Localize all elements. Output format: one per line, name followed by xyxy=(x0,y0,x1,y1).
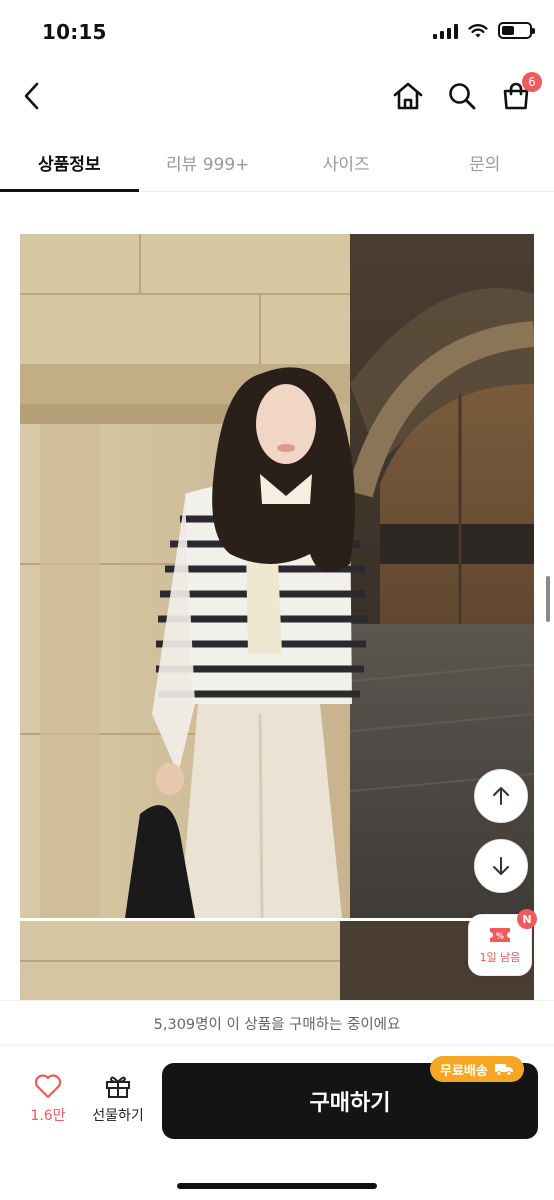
home-button[interactable] xyxy=(386,74,430,118)
status-bar: 10:15 xyxy=(0,0,554,66)
battery-icon xyxy=(498,22,535,39)
coupon-button[interactable]: % 1일 남음 N xyxy=(468,909,537,976)
coupon-ticket-icon: % xyxy=(490,927,510,942)
chevron-left-icon xyxy=(24,82,39,110)
free-shipping-label: 무료배송 xyxy=(440,1063,488,1079)
gift-icon xyxy=(106,1076,130,1098)
search-icon xyxy=(449,83,476,110)
free-shipping-badge: 무료배송 xyxy=(430,1056,524,1082)
scroll-to-bottom-button[interactable] xyxy=(474,839,528,893)
heart-icon xyxy=(34,1074,62,1099)
buy-label: 구매하기 xyxy=(309,1091,391,1116)
tab-product-info[interactable]: 상품정보 xyxy=(0,134,139,192)
tab-size[interactable]: 사이즈 xyxy=(277,134,416,191)
gift-button[interactable]: 선물하기 xyxy=(86,1073,150,1133)
cart-count-badge: 6 xyxy=(522,72,542,92)
product-image-2 xyxy=(20,921,534,1001)
like-count: 1.6만 xyxy=(30,1108,66,1124)
bottom-action-bar: 1.6만 선물하기 구매하기 무료배송 xyxy=(0,1047,554,1200)
scrollbar-thumb[interactable] xyxy=(546,576,550,622)
notice-text: 5,309명이 이 상품을 구매하는 중이에요 xyxy=(153,1016,401,1033)
arrow-up-icon xyxy=(493,787,509,805)
search-button[interactable] xyxy=(440,74,484,118)
new-badge: N xyxy=(517,909,537,929)
top-navigation-bar: 6 xyxy=(0,66,554,128)
coupon-remaining-label: 1일 남음 xyxy=(479,950,521,964)
product-tabs: 상품정보 리뷰 999+ 사이즈 문의 xyxy=(0,134,554,192)
home-icon xyxy=(393,82,423,110)
product-image xyxy=(20,234,534,918)
delivery-truck-icon xyxy=(494,1064,513,1076)
home-indicator xyxy=(177,1183,377,1189)
status-time: 10:15 xyxy=(42,20,107,44)
cart-button[interactable]: 6 xyxy=(494,72,542,118)
gift-label: 선물하기 xyxy=(92,1108,144,1124)
cellular-signal-icon xyxy=(433,23,458,39)
svg-text:%: % xyxy=(496,931,504,940)
like-button[interactable]: 1.6만 xyxy=(20,1073,76,1133)
arrow-down-icon xyxy=(493,857,509,875)
wifi-icon xyxy=(468,23,488,37)
tab-inquiry[interactable]: 문의 xyxy=(416,134,554,191)
product-photo-illustration xyxy=(20,234,534,918)
back-button[interactable] xyxy=(10,74,54,118)
purchase-activity-notice: 5,309명이 이 상품을 구매하는 중이에요 xyxy=(0,1000,554,1046)
scroll-to-top-button[interactable] xyxy=(474,769,528,823)
status-icons xyxy=(433,22,535,39)
tab-reviews[interactable]: 리뷰 999+ xyxy=(139,134,278,191)
